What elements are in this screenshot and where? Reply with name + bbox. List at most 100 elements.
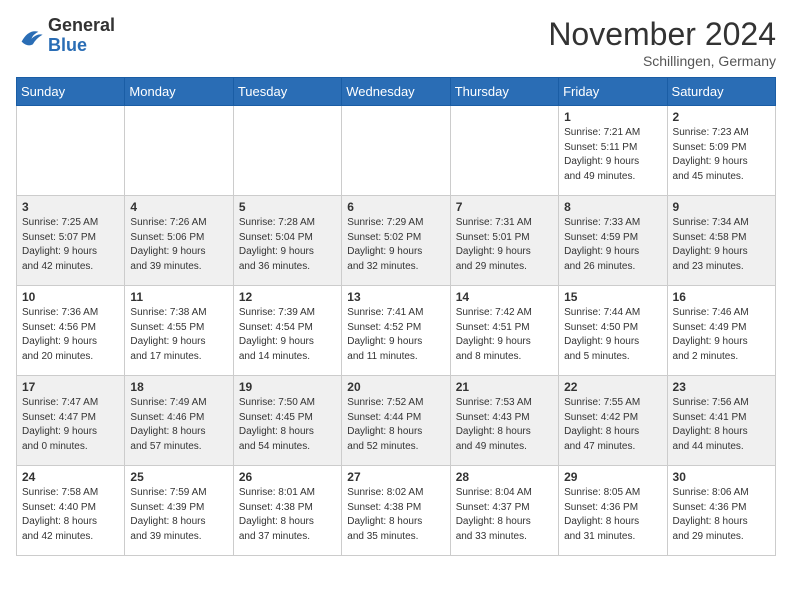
day-number: 19 xyxy=(239,380,336,394)
day-info: Sunrise: 7:58 AM Sunset: 4:40 PM Dayligh… xyxy=(22,486,119,544)
calendar-day-cell xyxy=(125,106,233,196)
day-info: Sunrise: 7:23 AM Sunset: 5:09 PM Dayligh… xyxy=(673,126,770,184)
calendar-day-cell: 29Sunrise: 8:05 AM Sunset: 4:36 PM Dayli… xyxy=(559,466,667,556)
calendar-week-row: 3 Sunrise: 7:25 AM Sunset: 5:07 PM Daylig… xyxy=(17,196,776,286)
calendar-day-cell: 10 Sunrise: 7:36 AM Sunset: 4:56 PM Dayli… xyxy=(17,286,125,376)
logo-blue: Blue xyxy=(48,35,87,55)
calendar-day-cell: 24 Sunrise: 7:58 AM Sunset: 4:40 PM Dayli… xyxy=(17,466,125,556)
calendar-day-cell: 19 Sunrise: 7:50 AM Sunset: 4:45 PM Dayli… xyxy=(233,376,341,466)
day-info: Sunrise: 7:49 AM Sunset: 4:46 PM Dayligh… xyxy=(130,396,227,454)
day-number: 9 xyxy=(673,200,770,214)
day-info: Sunrise: 7:41 AM Sunset: 4:52 PM Dayligh… xyxy=(347,306,444,364)
calendar-day-cell: 27Sunrise: 8:02 AM Sunset: 4:38 PM Dayli… xyxy=(342,466,450,556)
day-info: Sunrise: 7:44 AM Sunset: 4:50 PM Dayligh… xyxy=(564,306,661,364)
day-number: 28 xyxy=(456,470,553,484)
calendar-day-cell: 30 Sunrise: 8:06 AM Sunset: 4:36 PM Dayli… xyxy=(667,466,775,556)
day-info: Sunrise: 7:33 AM Sunset: 4:59 PM Dayligh… xyxy=(564,216,661,274)
day-info: Sunrise: 7:50 AM Sunset: 4:45 PM Dayligh… xyxy=(239,396,336,454)
day-number: 12 xyxy=(239,290,336,304)
day-info: Sunrise: 7:25 AM Sunset: 5:07 PM Dayligh… xyxy=(22,216,119,274)
day-info: Sunrise: 8:04 AM Sunset: 4:37 PM Dayligh… xyxy=(456,486,553,544)
day-info: Sunrise: 8:02 AM Sunset: 4:38 PM Dayligh… xyxy=(347,486,444,544)
calendar-day-cell: 6 Sunrise: 7:29 AM Sunset: 5:02 PM Daylig… xyxy=(342,196,450,286)
day-number: 22 xyxy=(564,380,661,394)
day-info: Sunrise: 7:47 AM Sunset: 4:47 PM Dayligh… xyxy=(22,396,119,454)
day-info: Sunrise: 8:05 AM Sunset: 4:36 PM Dayligh… xyxy=(564,486,661,544)
day-number: 3 xyxy=(22,200,119,214)
calendar-day-cell: 1Sunrise: 7:21 AM Sunset: 5:11 PM Daylig… xyxy=(559,106,667,196)
day-info: Sunrise: 7:38 AM Sunset: 4:55 PM Dayligh… xyxy=(130,306,227,364)
day-info: Sunrise: 7:26 AM Sunset: 5:06 PM Dayligh… xyxy=(130,216,227,274)
calendar-day-cell: 16 Sunrise: 7:46 AM Sunset: 4:49 PM Dayli… xyxy=(667,286,775,376)
day-number: 18 xyxy=(130,380,227,394)
calendar-day-cell xyxy=(17,106,125,196)
day-info: Sunrise: 7:55 AM Sunset: 4:42 PM Dayligh… xyxy=(564,396,661,454)
calendar-day-cell: 12 Sunrise: 7:39 AM Sunset: 4:54 PM Dayli… xyxy=(233,286,341,376)
day-info: Sunrise: 7:21 AM Sunset: 5:11 PM Dayligh… xyxy=(564,126,661,184)
calendar-day-cell: 11 Sunrise: 7:38 AM Sunset: 4:55 PM Dayli… xyxy=(125,286,233,376)
calendar-table: SundayMondayTuesdayWednesdayThursdayFrid… xyxy=(16,77,776,556)
day-number: 7 xyxy=(456,200,553,214)
calendar-day-cell: 9Sunrise: 7:34 AM Sunset: 4:58 PM Daylig… xyxy=(667,196,775,286)
day-info: Sunrise: 7:46 AM Sunset: 4:49 PM Dayligh… xyxy=(673,306,770,364)
location-subtitle: Schillingen, Germany xyxy=(548,53,776,69)
day-number: 24 xyxy=(22,470,119,484)
logo: General Blue xyxy=(16,16,115,56)
weekday-header: Monday xyxy=(125,78,233,106)
day-info: Sunrise: 7:29 AM Sunset: 5:02 PM Dayligh… xyxy=(347,216,444,274)
calendar-day-cell: 2 Sunrise: 7:23 AM Sunset: 5:09 PM Daylig… xyxy=(667,106,775,196)
day-number: 20 xyxy=(347,380,444,394)
calendar-day-cell: 13 Sunrise: 7:41 AM Sunset: 4:52 PM Dayli… xyxy=(342,286,450,376)
calendar-day-cell: 18 Sunrise: 7:49 AM Sunset: 4:46 PM Dayli… xyxy=(125,376,233,466)
calendar-week-row: 10 Sunrise: 7:36 AM Sunset: 4:56 PM Dayli… xyxy=(17,286,776,376)
day-number: 6 xyxy=(347,200,444,214)
calendar-day-cell: 23 Sunrise: 7:56 AM Sunset: 4:41 PM Dayli… xyxy=(667,376,775,466)
calendar-header-row: SundayMondayTuesdayWednesdayThursdayFrid… xyxy=(17,78,776,106)
weekday-header: Saturday xyxy=(667,78,775,106)
day-number: 2 xyxy=(673,110,770,124)
logo-general: General xyxy=(48,15,115,35)
day-info: Sunrise: 7:39 AM Sunset: 4:54 PM Dayligh… xyxy=(239,306,336,364)
calendar-day-cell: 20Sunrise: 7:52 AM Sunset: 4:44 PM Dayli… xyxy=(342,376,450,466)
calendar-day-cell: 14 Sunrise: 7:42 AM Sunset: 4:51 PM Dayli… xyxy=(450,286,558,376)
month-title: November 2024 xyxy=(548,16,776,53)
calendar-day-cell: 28 Sunrise: 8:04 AM Sunset: 4:37 PM Dayli… xyxy=(450,466,558,556)
day-number: 15 xyxy=(564,290,661,304)
day-number: 11 xyxy=(130,290,227,304)
day-info: Sunrise: 7:56 AM Sunset: 4:41 PM Dayligh… xyxy=(673,396,770,454)
day-number: 17 xyxy=(22,380,119,394)
day-number: 21 xyxy=(456,380,553,394)
day-info: Sunrise: 8:06 AM Sunset: 4:36 PM Dayligh… xyxy=(673,486,770,544)
day-info: Sunrise: 7:53 AM Sunset: 4:43 PM Dayligh… xyxy=(456,396,553,454)
day-number: 25 xyxy=(130,470,227,484)
day-number: 14 xyxy=(456,290,553,304)
day-number: 16 xyxy=(673,290,770,304)
day-number: 13 xyxy=(347,290,444,304)
calendar-day-cell xyxy=(233,106,341,196)
day-number: 30 xyxy=(673,470,770,484)
title-block: November 2024 Schillingen, Germany xyxy=(548,16,776,69)
calendar-day-cell: 26Sunrise: 8:01 AM Sunset: 4:38 PM Dayli… xyxy=(233,466,341,556)
calendar-day-cell xyxy=(450,106,558,196)
day-info: Sunrise: 7:42 AM Sunset: 4:51 PM Dayligh… xyxy=(456,306,553,364)
calendar-day-cell: 15 Sunrise: 7:44 AM Sunset: 4:50 PM Dayli… xyxy=(559,286,667,376)
day-info: Sunrise: 7:28 AM Sunset: 5:04 PM Dayligh… xyxy=(239,216,336,274)
day-number: 23 xyxy=(673,380,770,394)
calendar-week-row: 1Sunrise: 7:21 AM Sunset: 5:11 PM Daylig… xyxy=(17,106,776,196)
day-info: Sunrise: 7:31 AM Sunset: 5:01 PM Dayligh… xyxy=(456,216,553,274)
calendar-day-cell: 4 Sunrise: 7:26 AM Sunset: 5:06 PM Daylig… xyxy=(125,196,233,286)
day-info: Sunrise: 7:36 AM Sunset: 4:56 PM Dayligh… xyxy=(22,306,119,364)
day-number: 8 xyxy=(564,200,661,214)
day-info: Sunrise: 8:01 AM Sunset: 4:38 PM Dayligh… xyxy=(239,486,336,544)
calendar-day-cell: 21 Sunrise: 7:53 AM Sunset: 4:43 PM Dayli… xyxy=(450,376,558,466)
day-number: 10 xyxy=(22,290,119,304)
calendar-day-cell: 5Sunrise: 7:28 AM Sunset: 5:04 PM Daylig… xyxy=(233,196,341,286)
weekday-header: Tuesday xyxy=(233,78,341,106)
weekday-header: Sunday xyxy=(17,78,125,106)
calendar-day-cell: 7 Sunrise: 7:31 AM Sunset: 5:01 PM Daylig… xyxy=(450,196,558,286)
weekday-header: Friday xyxy=(559,78,667,106)
weekday-header: Wednesday xyxy=(342,78,450,106)
day-number: 4 xyxy=(130,200,227,214)
calendar-day-cell: 25Sunrise: 7:59 AM Sunset: 4:39 PM Dayli… xyxy=(125,466,233,556)
page-header: General Blue November 2024 Schillingen, … xyxy=(16,16,776,69)
